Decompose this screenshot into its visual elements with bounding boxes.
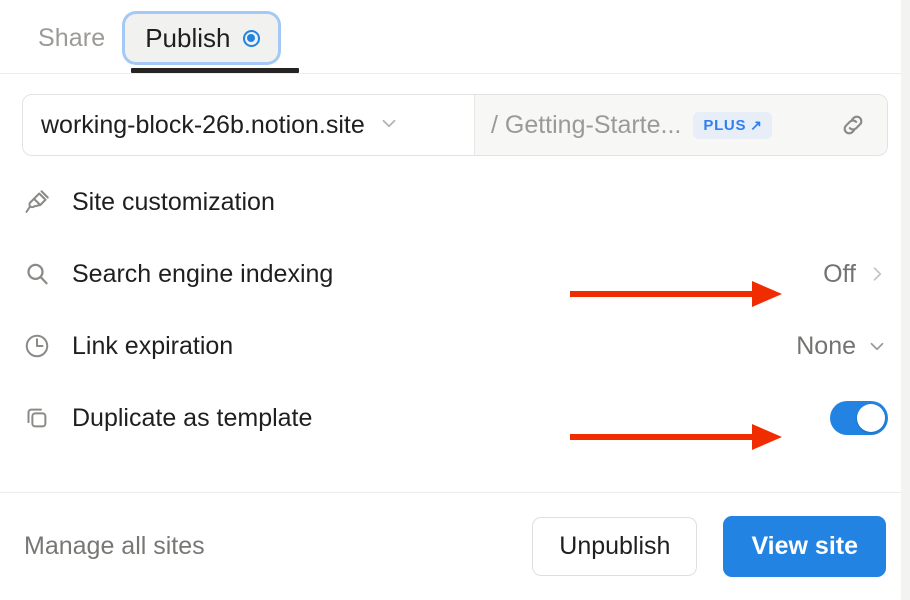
row-left: Duplicate as template	[22, 403, 312, 433]
row-label: Search engine indexing	[72, 259, 334, 288]
chevron-down-icon	[866, 335, 888, 357]
site-domain-text: working-block-26b.notion.site	[41, 110, 365, 139]
manage-all-sites-link[interactable]: Manage all sites	[24, 532, 205, 561]
duplicate-icon	[22, 403, 52, 433]
row-left: Link expiration	[22, 331, 233, 361]
search-engine-indexing-value: Off	[823, 259, 856, 288]
row-label: Link expiration	[72, 331, 234, 360]
duplicate-as-template-toggle[interactable]	[830, 401, 888, 435]
site-path-field[interactable]: / Getting-Starte... PLUS ↗	[475, 95, 887, 155]
unpublish-button[interactable]: Unpublish	[532, 517, 698, 576]
search-icon	[22, 259, 52, 289]
tab-share-label: Share	[38, 23, 106, 52]
footer-bar: Manage all sites Unpublish View site	[0, 492, 910, 600]
row-left: Search engine indexing	[22, 259, 333, 289]
paintbrush-icon	[22, 187, 52, 217]
right-edge-scroll-strip[interactable]	[901, 0, 910, 600]
url-bar: working-block-26b.notion.site / Getting-…	[22, 94, 888, 156]
arrow-up-right-icon: ↗	[750, 117, 763, 133]
plus-badge[interactable]: PLUS ↗	[693, 111, 772, 139]
row-label: Duplicate as template	[72, 403, 313, 432]
row-right: Off	[823, 260, 888, 289]
link-expiration-value: None	[796, 331, 856, 360]
row-label: Site customization	[72, 187, 275, 216]
row-duplicate-as-template[interactable]: Duplicate as template	[22, 382, 888, 454]
row-left: Site customization	[22, 187, 275, 217]
tab-share[interactable]: Share	[32, 16, 111, 61]
tab-bar: Share Publish	[0, 0, 910, 74]
chevron-right-icon	[866, 263, 888, 285]
publish-panel: Share Publish working-block-26b.notion.s…	[0, 0, 910, 600]
view-site-button[interactable]: View site	[723, 516, 886, 577]
site-path-text: / Getting-Starte...	[491, 110, 682, 139]
tab-list: Share Publish	[32, 10, 278, 66]
toggle-knob	[857, 404, 885, 432]
row-link-expiration[interactable]: Link expiration None	[22, 310, 888, 382]
clock-icon	[22, 331, 52, 361]
tab-publish[interactable]: Publish	[125, 14, 278, 62]
row-search-engine-indexing[interactable]: Search engine indexing Off	[22, 238, 888, 310]
tab-publish-label: Publish	[145, 23, 231, 53]
url-bar-section: working-block-26b.notion.site / Getting-…	[0, 74, 910, 156]
link-icon[interactable]	[833, 95, 873, 155]
row-site-customization[interactable]: Site customization	[22, 166, 888, 238]
chevron-down-icon	[378, 112, 400, 139]
settings-list: Site customization Search engine indexin…	[0, 156, 910, 454]
tab-active-underline	[131, 68, 299, 73]
radio-selected-icon	[242, 29, 260, 47]
row-right: None	[796, 332, 888, 361]
plus-badge-label: PLUS	[703, 116, 747, 134]
site-domain-selector[interactable]: working-block-26b.notion.site	[23, 95, 475, 155]
row-right	[830, 401, 888, 435]
footer-actions: Unpublish View site	[532, 516, 886, 577]
